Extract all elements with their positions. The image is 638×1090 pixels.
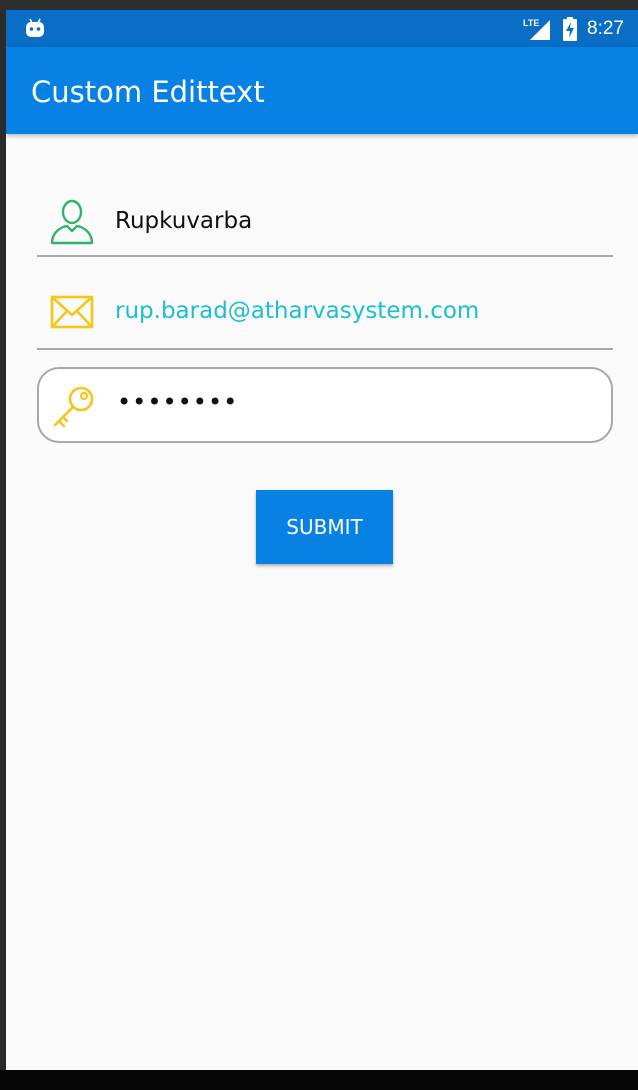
status-bar: LTE 8:27 [6, 10, 638, 47]
device-frame-top [0, 0, 638, 10]
android-icon [26, 18, 44, 37]
app-title: Custom Edittext [31, 75, 265, 109]
name-value: Rupkuvarba [115, 208, 253, 234]
submit-button[interactable]: SUBMIT [256, 490, 393, 564]
email-field[interactable]: rup.barad@atharvasystem.com [37, 280, 613, 350]
lte-signal-icon: LTE [523, 18, 550, 40]
name-field[interactable]: Rupkuvarba [37, 191, 613, 257]
navigation-bar [0, 1070, 638, 1090]
status-time: 8:27 [587, 18, 624, 39]
key-icon [53, 386, 94, 428]
envelope-icon [50, 295, 94, 329]
battery-charging-icon [563, 17, 577, 41]
app-bar: Custom Edittext [6, 47, 638, 134]
password-value: •••••••• [117, 388, 239, 416]
email-value: rup.barad@atharvasystem.com [115, 298, 480, 324]
password-field[interactable]: •••••••• [37, 367, 613, 443]
user-icon [50, 199, 94, 245]
app-screen: LTE 8:27 Custom Edittext Rupkuvarba rup.… [6, 10, 638, 1070]
network-label: LTE [523, 18, 539, 28]
